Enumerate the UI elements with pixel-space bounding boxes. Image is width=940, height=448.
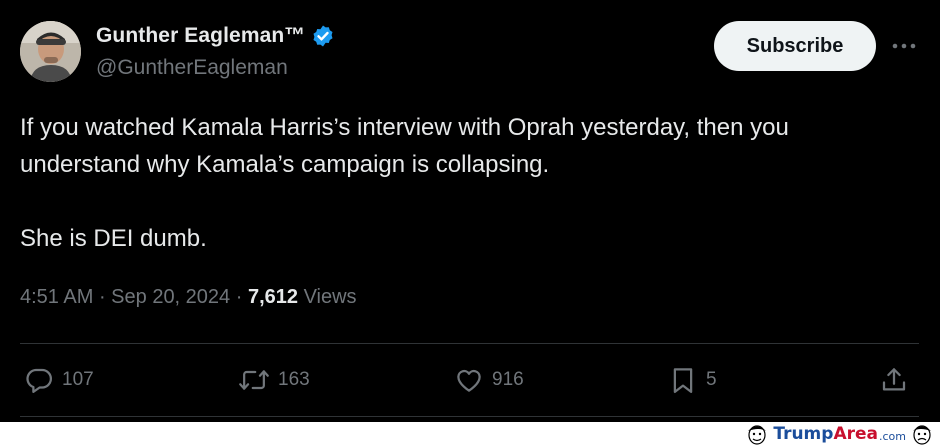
watermark-bar: Trump Area .com	[0, 422, 940, 448]
meta-separator: ·	[93, 286, 112, 308]
bookmark-icon	[668, 365, 698, 395]
watermark-text: Trump	[773, 424, 834, 444]
reply-icon	[24, 365, 54, 395]
tweet-card: Gunther Eagleman™ @GuntherEagleman Subsc…	[0, 0, 940, 422]
views-label: Views	[298, 286, 357, 308]
repost-count: 163	[278, 369, 310, 390]
tweet-text-line: She is DEI dumb.	[20, 225, 207, 252]
watermark-text: Area	[833, 424, 878, 444]
author-display-name[interactable]: Gunther Eagleman™	[96, 24, 305, 48]
verified-badge-icon	[311, 24, 335, 48]
heart-icon	[454, 365, 484, 395]
meta-separator: ·	[230, 286, 248, 308]
author-handle[interactable]: @GuntherEagleman	[96, 56, 288, 80]
like-button[interactable]: 916	[454, 365, 524, 395]
repost-icon	[238, 365, 270, 395]
repost-button[interactable]: 163	[238, 365, 310, 395]
divider	[20, 416, 919, 417]
watermark-logo: Trump Area .com	[745, 423, 934, 445]
reply-button[interactable]: 107	[24, 365, 94, 395]
tweet-text-line: If you watched Kamala Harris’s interview…	[20, 114, 789, 141]
avatar[interactable]	[20, 21, 81, 82]
cartoon-face-icon	[913, 425, 931, 445]
reply-count: 107	[62, 369, 94, 390]
like-count: 916	[492, 369, 524, 390]
share-button[interactable]	[879, 365, 909, 395]
author-name-row: Gunther Eagleman™	[96, 24, 335, 48]
share-icon	[879, 365, 909, 395]
views-count: 7,612	[247, 286, 299, 308]
bookmark-count: 5	[706, 369, 717, 390]
action-bar: 107 163 916 5	[20, 343, 919, 416]
subscribe-button[interactable]: Subscribe	[714, 21, 876, 71]
cartoon-face-icon	[748, 425, 767, 445]
tweet-time[interactable]: 4:51 AM	[20, 286, 93, 309]
watermark-text: .com	[879, 429, 906, 443]
tweet-date[interactable]: Sep 20, 2024	[111, 286, 230, 309]
more-options-icon[interactable]	[890, 34, 918, 58]
tweet-meta: 4:51 AM · Sep 20, 2024 · 7,612 Views	[20, 286, 357, 309]
bookmark-button[interactable]: 5	[668, 365, 717, 395]
tweet-text-line: understand why Kamala’s campaign is coll…	[20, 151, 550, 178]
tweet-text: If you watched Kamala Harris’s interview…	[20, 109, 925, 257]
